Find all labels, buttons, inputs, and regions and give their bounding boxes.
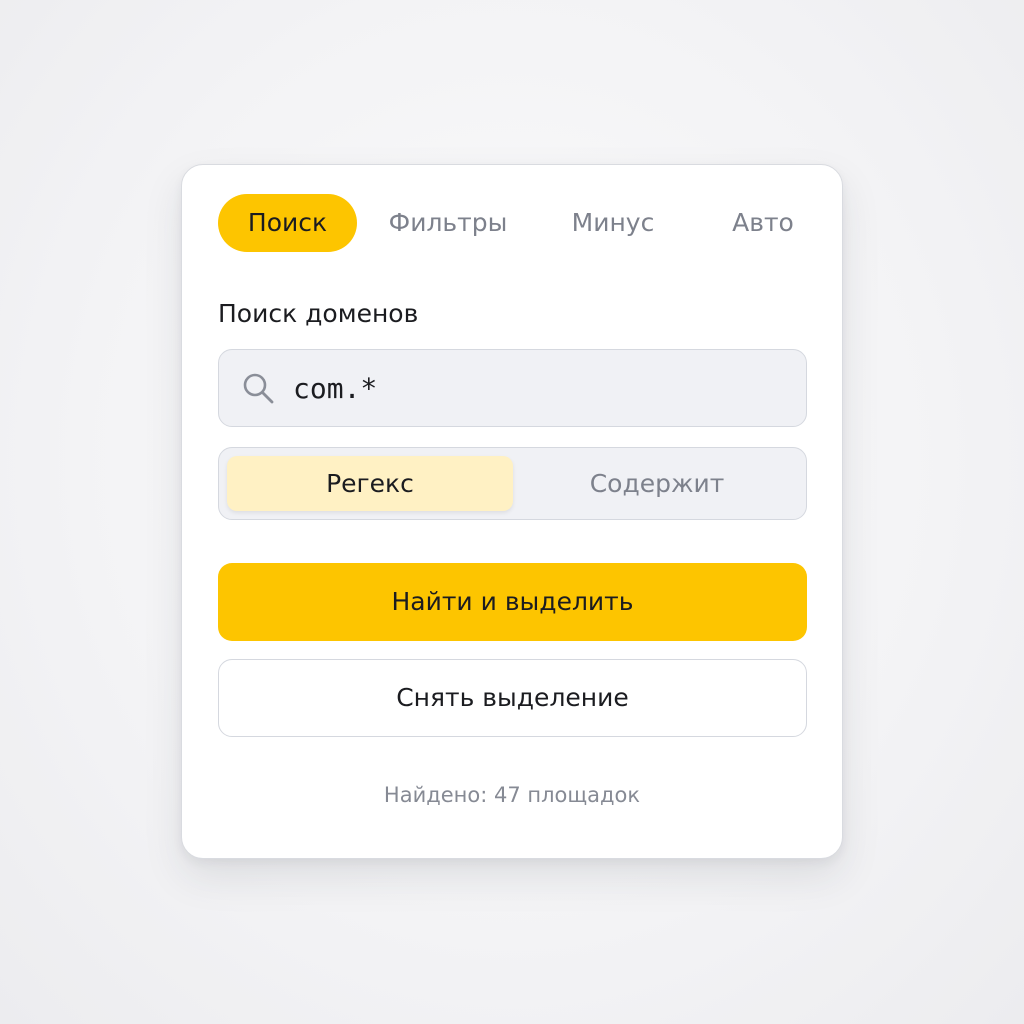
tab-minus[interactable]: Минус xyxy=(548,194,678,252)
search-input[interactable] xyxy=(293,366,783,410)
search-icon xyxy=(243,373,274,404)
tab-filters[interactable]: Фильтры xyxy=(378,194,518,252)
tab-auto[interactable]: Авто xyxy=(708,194,818,252)
clear-selection-button[interactable]: Снять выделение xyxy=(218,659,807,737)
mode-regex-option[interactable]: Регекс xyxy=(227,456,513,511)
search-box[interactable] xyxy=(218,349,807,427)
domain-search-panel: Поиск Фильтры Минус Авто Поиск доменов Р… xyxy=(181,164,843,859)
match-mode-toggle: Регекс Содержит xyxy=(218,447,807,520)
find-and-select-button[interactable]: Найти и выделить xyxy=(218,563,807,641)
mode-contains-option[interactable]: Содержит xyxy=(515,456,799,511)
result-count-text: Найдено: 47 площадок xyxy=(383,783,641,807)
search-section-label: Поиск доменов xyxy=(218,299,419,328)
tab-search[interactable]: Поиск xyxy=(218,194,357,252)
tab-bar: Поиск Фильтры Минус Авто xyxy=(218,194,808,252)
